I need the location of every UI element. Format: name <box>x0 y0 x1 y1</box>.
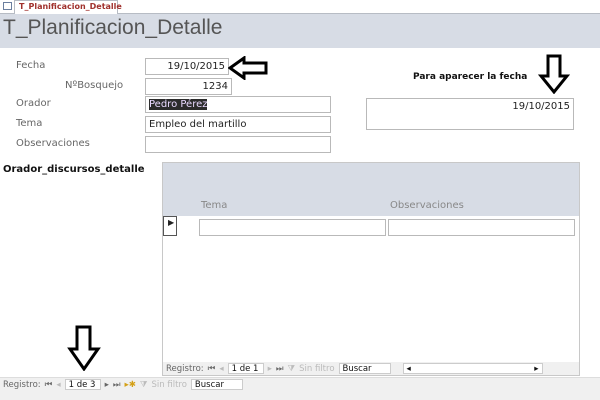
fecha-field[interactable]: 19/10/2015 <box>145 58 229 75</box>
orador-label: Orador <box>16 98 51 109</box>
fecha-label: Fecha <box>16 60 46 71</box>
filter-icon: ⧩ <box>287 363 296 374</box>
orador-field[interactable]: Pedro Pérez <box>145 96 331 113</box>
arrow-left-icon <box>228 56 268 80</box>
prev-record-button[interactable]: ◂ <box>219 364 223 374</box>
orador-value: Pedro Pérez <box>149 99 208 110</box>
next-record-button[interactable]: ▸ <box>105 380 109 390</box>
main-filter-button[interactable]: Sin filtro <box>152 380 187 390</box>
subform-nav-bar: Registro: ⏮ ◂ 1 de 1 ▸ ⏭ ⧩ Sin filtro Bu… <box>163 362 579 375</box>
next-record-button[interactable]: ▸ <box>268 364 272 374</box>
observaciones-field[interactable] <box>145 136 331 153</box>
note-date-field[interactable]: 19/10/2015 <box>366 98 574 130</box>
subform: Tema Observaciones ▶ Registro: ⏮ ◂ 1 de … <box>162 162 580 376</box>
main-record-position[interactable]: 1 de 3 <box>64 379 101 390</box>
column-header-observaciones: Observaciones <box>390 200 464 211</box>
subform-observaciones-field[interactable] <box>388 219 575 236</box>
note-label: Para aparecer la fecha <box>413 72 528 82</box>
first-record-button[interactable]: ⏮ <box>208 364 216 374</box>
bosquejo-label: NºBosquejo <box>65 80 124 91</box>
arrow-down-icon <box>67 325 101 371</box>
record-selector[interactable]: ▶ <box>163 216 177 236</box>
main-nav-label: Registro: <box>3 379 41 390</box>
subform-search-input[interactable]: Buscar <box>338 363 391 374</box>
subform-filter-button[interactable]: Sin filtro <box>299 364 334 374</box>
subform-tema-field[interactable] <box>199 219 386 236</box>
last-record-button[interactable]: ⏭ <box>276 364 284 374</box>
column-header-tema: Tema <box>201 200 228 211</box>
status-bar <box>0 391 600 400</box>
form-icon <box>3 2 12 10</box>
main-nav-bar: Registro: ⏮ ◂ 1 de 3 ▸ ⏭ ▸✱ ⧩ Sin filtro… <box>0 377 600 391</box>
tema-field[interactable]: Empleo del martillo <box>145 116 331 133</box>
observaciones-label: Observaciones <box>16 138 90 149</box>
new-record-button[interactable]: ▸✱ <box>125 380 136 390</box>
subform-record-position[interactable]: 1 de 1 <box>227 363 264 374</box>
page-title: T_Planificacion_Detalle <box>3 16 223 39</box>
bosquejo-field[interactable]: 1234 <box>145 78 232 95</box>
tema-label: Tema <box>16 118 43 129</box>
subform-nav-label: Registro: <box>166 363 204 374</box>
first-record-button[interactable]: ⏮ <box>45 380 53 390</box>
horizontal-scrollbar[interactable]: ◂ ▸ <box>402 363 543 374</box>
main-search-input[interactable]: Buscar <box>190 379 243 390</box>
last-record-button[interactable]: ⏭ <box>113 380 121 390</box>
filter-icon: ⧩ <box>139 379 148 390</box>
subform-label: Orador_discursos_detalle <box>3 164 145 175</box>
prev-record-button[interactable]: ◂ <box>56 380 60 390</box>
tab-form[interactable]: T_Planificacion_Detalle <box>14 0 122 14</box>
arrow-down-icon <box>538 54 570 94</box>
